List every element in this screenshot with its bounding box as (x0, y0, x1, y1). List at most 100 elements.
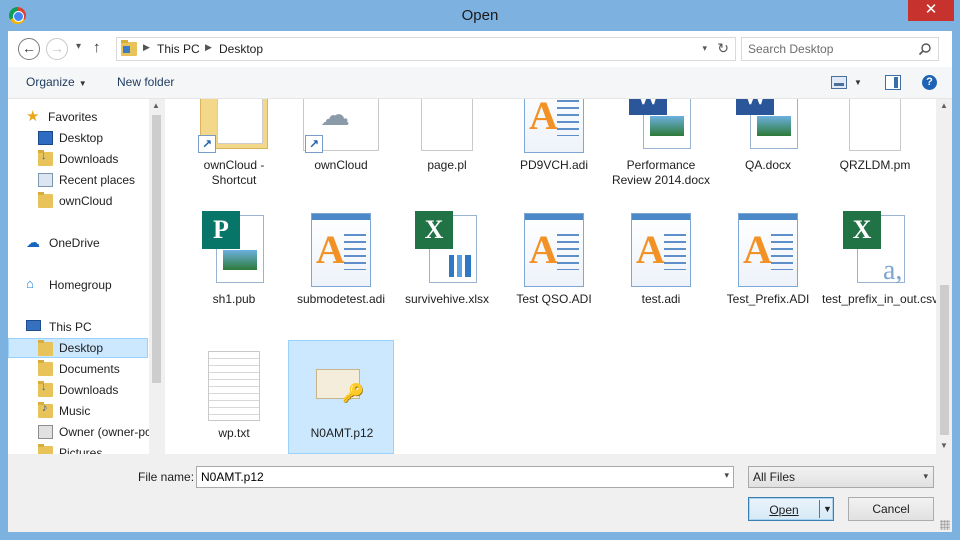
sidebar-item-desktop[interactable]: Desktop (8, 128, 148, 148)
cancel-button[interactable]: Cancel (848, 497, 934, 521)
file-item[interactable]: a, X test_prefix_in_out.csv (822, 207, 936, 321)
open-file-dialog: Open ✕ ← → ▾ ↑ ▶ This PC ▶ Desktop ▾ ↻ S… (0, 0, 960, 540)
organize-button[interactable]: Organize ▼ (26, 75, 87, 89)
sidebar-item-downloads[interactable]: Downloads (8, 149, 148, 169)
file-name: test.adi (641, 292, 681, 306)
desktop-icon (38, 131, 53, 145)
publisher-file-icon: P (194, 211, 274, 291)
user-drive-icon (38, 425, 53, 439)
back-button[interactable]: ← (18, 38, 40, 60)
sidebar-item-recent-places[interactable]: Recent places (8, 170, 148, 190)
chevron-down-icon: ▼ (78, 79, 87, 88)
sidebar-item-owner-drive[interactable]: Owner (owner-pc (8, 422, 151, 442)
close-button[interactable]: ✕ (908, 0, 954, 21)
scroll-up-icon[interactable]: ▲ (940, 101, 948, 110)
sidebar-item-label: Documents (59, 362, 120, 376)
sidebar-item-this-pc[interactable]: This PC (8, 317, 148, 337)
file-item[interactable]: W Performance Review 2014.docx (608, 99, 714, 187)
change-view-icon[interactable] (831, 76, 847, 89)
open-button[interactable]: Open ▼ (748, 497, 834, 521)
file-item[interactable]: X survivehive.xlsx (394, 207, 500, 321)
sidebar-item-downloads-pc[interactable]: Downloads (8, 380, 148, 400)
downloads-folder-icon (38, 381, 53, 397)
sidebar-item-pictures[interactable]: Pictures (8, 443, 148, 454)
search-input[interactable] (742, 38, 912, 60)
adi-file-icon: A (514, 99, 594, 157)
scroll-down-icon[interactable]: ▼ (940, 441, 948, 450)
adi-file-icon: A (514, 211, 594, 291)
sidebar-scrollbar[interactable]: ▲ (149, 99, 164, 454)
file-item[interactable]: W QA.docx (715, 99, 821, 187)
file-item[interactable]: ☁ ↗ ownCloud (288, 99, 394, 187)
chevron-down-icon[interactable]: ▾ (724, 470, 729, 481)
file-item[interactable]: A test.adi (608, 207, 714, 321)
file-name: test_prefix_in_out.csv (822, 292, 936, 306)
file-item[interactable]: A Test_Prefix.ADI (715, 207, 821, 321)
file-name: Performance Review 2014.docx (611, 158, 711, 187)
file-item[interactable]: ↗ ownCloud - Shortcut (181, 99, 287, 187)
dialog-client-area: ← → ▾ ↑ ▶ This PC ▶ Desktop ▾ ↻ Search D… (8, 31, 952, 532)
file-list-scroll-thumb[interactable] (940, 285, 949, 435)
file-name-combobox[interactable]: ▾ (196, 466, 734, 488)
command-bar: Organize ▼ New folder ▼ ? (8, 67, 952, 99)
up-button[interactable]: ↑ (93, 39, 101, 56)
file-item[interactable]: P sh1.pub (181, 207, 287, 321)
word-doc-icon: W (728, 99, 808, 157)
folder-shortcut-icon: ↗ (194, 99, 274, 157)
open-options-dropdown-icon[interactable]: ▼ (823, 504, 832, 514)
resize-grip[interactable] (940, 520, 950, 530)
file-item[interactable]: wp.txt (181, 341, 287, 454)
address-bar[interactable]: ▶ This PC ▶ Desktop ▾ ↻ (116, 37, 736, 61)
excel-file-icon: X (407, 211, 487, 291)
search-icon[interactable] (918, 42, 932, 56)
file-item[interactable]: A submodetest.adi (288, 207, 394, 321)
sidebar-item-onedrive[interactable]: ☁ OneDrive (8, 233, 148, 253)
music-icon (38, 402, 53, 418)
recent-locations-dropdown[interactable]: ▾ (76, 41, 81, 52)
new-folder-button[interactable]: New folder (117, 75, 174, 89)
homegroup-icon: ⌂ (26, 276, 34, 291)
sidebar-scroll-thumb[interactable] (152, 115, 161, 383)
breadcrumb-desktop[interactable]: Desktop (219, 42, 263, 56)
sidebar-item-label: Desktop (59, 341, 104, 355)
file-list-scrollbar[interactable]: ▲ ▼ (936, 99, 952, 454)
address-dropdown-icon[interactable]: ▾ (702, 43, 707, 54)
sidebar-item-homegroup[interactable]: ⌂ Homegroup (8, 275, 148, 295)
owncloud-shortcut-icon: ☁ ↗ (301, 99, 381, 157)
view-options-dropdown[interactable]: ▼ (854, 78, 862, 87)
breadcrumb-this-pc[interactable]: This PC (157, 42, 200, 56)
refresh-icon[interactable]: ↻ (717, 40, 729, 57)
file-name: ownCloud - Shortcut (203, 158, 265, 187)
adi-file-icon: A (621, 211, 701, 291)
documents-icon (38, 360, 53, 376)
sidebar-item-owncloud[interactable]: ownCloud (8, 191, 148, 211)
file-item[interactable]: page.pl (394, 99, 500, 187)
forward-button[interactable]: → (46, 38, 68, 60)
file-name: QRZLDM.pm (839, 158, 911, 172)
file-name: QA.docx (744, 158, 792, 172)
file-type-select[interactable]: All Files ▾ (748, 466, 934, 488)
file-item[interactable]: A Test QSO.ADI (501, 207, 607, 321)
sidebar-item-label: This PC (49, 320, 92, 334)
title-bar: Open ✕ (0, 0, 960, 32)
sidebar-item-documents[interactable]: Documents (8, 359, 148, 379)
sidebar-item-music[interactable]: Music (8, 401, 148, 421)
search-box[interactable] (741, 37, 939, 61)
computer-icon (26, 320, 41, 331)
sidebar-item-desktop-selected[interactable]: Desktop (8, 338, 148, 358)
onedrive-icon: ☁ (26, 234, 40, 250)
open-button-label: Open (769, 503, 799, 517)
file-item[interactable]: A PD9VCH.adi (501, 99, 607, 187)
sidebar-item-label: Homegroup (49, 278, 112, 292)
preview-pane-icon[interactable] (885, 75, 901, 90)
file-name-field[interactable] (197, 467, 707, 487)
file-item-selected[interactable]: 🔑 N0AMT.p12 (288, 340, 394, 454)
sidebar-item-label: Pictures (59, 446, 103, 454)
help-icon[interactable]: ? (922, 75, 937, 90)
scroll-up-icon[interactable]: ▲ (152, 101, 160, 110)
navigation-bar: ← → ▾ ↑ ▶ This PC ▶ Desktop ▾ ↻ (8, 31, 952, 67)
file-item[interactable]: QRZLDM.pm (822, 99, 928, 187)
breadcrumb-separator-icon: ▶ (205, 42, 212, 52)
sidebar-item-favorites[interactable]: ★ Favorites (8, 107, 148, 127)
certificate-file-icon: 🔑 (302, 345, 382, 425)
